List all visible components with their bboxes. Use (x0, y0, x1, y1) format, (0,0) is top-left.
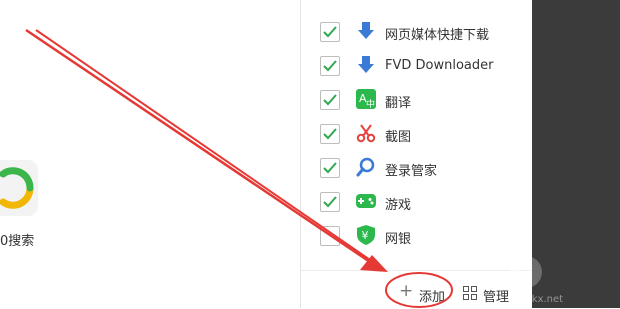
checkmark-icon (323, 60, 337, 72)
search-app-tile[interactable] (0, 160, 38, 216)
extension-label: 翻译 (385, 96, 412, 111)
shield-yen-icon: ¥ (357, 225, 375, 245)
extension-item-games[interactable]: 游戏 (301, 186, 532, 220)
plus-icon: + (399, 281, 414, 301)
extension-item-online-banking[interactable]: ¥ 网银 (301, 220, 532, 254)
extension-label: 网页媒体快捷下载 (385, 28, 490, 43)
extension-checkbox[interactable] (320, 158, 340, 178)
add-extension-label: 添加 (419, 290, 446, 305)
extension-item-screenshot[interactable]: 截图 (301, 118, 532, 152)
grid-icon (463, 286, 477, 300)
extension-item-translate[interactable]: A 中 翻译 (301, 84, 532, 118)
extension-label: FVD Downloader (385, 58, 494, 73)
extension-checkbox[interactable] (320, 192, 340, 212)
checkmark-icon (323, 162, 337, 174)
extension-label: 截图 (385, 130, 412, 145)
checkmark-icon (323, 196, 337, 208)
search-app-label: 0搜索 (0, 234, 35, 249)
browser-background-dark (532, 0, 620, 308)
checkmark-icon (323, 26, 337, 38)
extension-label: 网银 (385, 232, 412, 247)
extension-item-media-download[interactable]: 网页媒体快捷下载 (301, 16, 532, 50)
search-key-icon (356, 157, 375, 177)
extension-checkbox[interactable] (320, 124, 340, 144)
checkmark-icon (323, 128, 337, 140)
extension-checkbox[interactable] (320, 226, 340, 246)
svg-text:中: 中 (366, 98, 375, 109)
download-icon (358, 22, 374, 39)
extension-menu-panel: 网页媒体快捷下载 FVD Downloader A 中 翻译 截图 登录管家 游… (300, 0, 532, 308)
extension-item-fvd-downloader[interactable]: FVD Downloader (301, 50, 532, 84)
checkmark-icon (323, 94, 337, 106)
extension-label: 游戏 (385, 198, 412, 213)
extension-list: 网页媒体快捷下载 FVD Downloader A 中 翻译 截图 登录管家 游… (301, 16, 532, 254)
search-app-logo-icon (0, 160, 38, 216)
extension-panel-footer: + 添加 管理 (301, 270, 532, 309)
extension-item-login-manager[interactable]: 登录管家 (301, 152, 532, 186)
extension-checkbox[interactable] (320, 56, 340, 76)
download-icon (358, 56, 374, 73)
extension-checkbox[interactable] (320, 22, 340, 42)
scissors-icon (356, 124, 376, 143)
translate-icon: A 中 (356, 89, 376, 109)
gamepad-icon (356, 194, 376, 208)
manage-extensions-label: 管理 (483, 290, 510, 305)
extension-checkbox[interactable] (320, 90, 340, 110)
extension-label: 登录管家 (385, 164, 438, 179)
svg-text:¥: ¥ (362, 229, 369, 242)
